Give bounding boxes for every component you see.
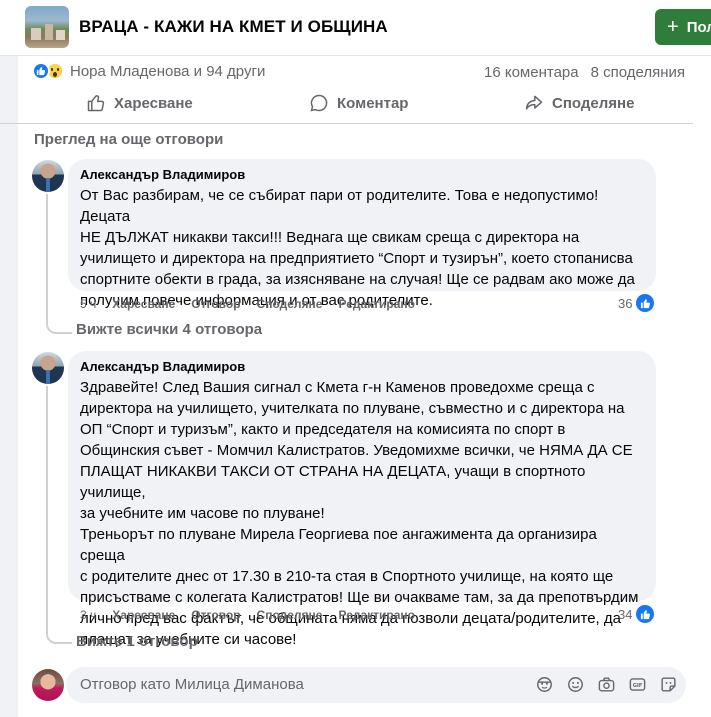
group-title[interactable]: ВРАЦА - КАЖИ НА КМЕТ И ОБЩИНА — [79, 17, 388, 37]
like-button[interactable]: Харесване — [86, 93, 193, 113]
shares-count[interactable]: 8 споделяния — [591, 64, 685, 81]
comment-author[interactable]: Александър Владимиров — [80, 167, 644, 182]
comment-reaction-count: 34 — [618, 606, 633, 622]
avatar[interactable] — [32, 160, 64, 192]
comment-share-button[interactable]: Споделяне — [257, 297, 323, 311]
like-icon — [636, 294, 655, 312]
camera-icon[interactable] — [597, 675, 616, 694]
comment-edited-label[interactable]: Редактирано — [338, 297, 415, 311]
reactions-summary[interactable]: Нора Младенова и 94 други — [32, 62, 265, 80]
avatar-sticker-icon[interactable] — [535, 675, 554, 694]
comment-icon — [310, 94, 328, 112]
like-icon — [32, 62, 50, 80]
reactions-text[interactable]: Нора Младенова и 94 други — [70, 63, 265, 80]
comment-label: Коментар — [337, 94, 409, 112]
comments-count[interactable]: 16 коментара — [484, 64, 579, 81]
reply-toolbar: GIF — [535, 675, 678, 694]
comment-text: От Вас разбирам, че се събират пари от р… — [80, 187, 635, 309]
comment-reply-button[interactable]: Отговор — [191, 297, 240, 311]
comment-bubble: Александър Владимиров От Вас разбирам, ч… — [68, 159, 656, 309]
share-label: Споделяне — [552, 94, 635, 112]
comment-like-button[interactable]: Харесване — [112, 297, 175, 311]
view-replies-link[interactable]: Вижте всички 4 отговора — [76, 321, 262, 338]
comment-reactions[interactable]: 36 — [618, 294, 655, 312]
like-icon — [636, 605, 655, 623]
join-group-label: Пол — [686, 18, 711, 36]
comment-like-button[interactable]: Харесване — [112, 608, 175, 622]
comment-share-button[interactable]: Споделяне — [257, 608, 323, 622]
avatar[interactable] — [32, 352, 64, 384]
view-replies-link[interactable]: Вижте 1 отговор — [76, 633, 198, 650]
comment-reply-button[interactable]: Отговор — [191, 608, 240, 622]
comment-bubble: Александър Владимиров Здравейте! След Ва… — [68, 351, 656, 648]
comment-button[interactable]: Коментар — [309, 93, 408, 113]
post-stats: 16 коментара 8 споделяния — [484, 64, 685, 81]
comment-time[interactable]: 5 ч — [80, 297, 96, 311]
svg-text:GIF: GIF — [633, 683, 643, 689]
like-label: Харесване — [114, 94, 193, 112]
comment-meta: 3 ч Харесване Отговор Споделяне Редактир… — [80, 608, 415, 622]
share-button[interactable]: Споделяне — [524, 93, 634, 113]
view-more-replies-link[interactable]: Преглед на още отговори — [34, 131, 223, 148]
like-icon — [87, 95, 105, 112]
share-icon — [525, 95, 543, 110]
emoji-icon[interactable] — [566, 675, 585, 694]
current-user-avatar[interactable] — [32, 669, 64, 701]
join-group-button[interactable]: + Пол — [655, 9, 711, 45]
comment-author[interactable]: Александър Владимиров — [80, 359, 644, 374]
comment-reactions[interactable]: 34 — [618, 605, 655, 623]
reply-input[interactable]: Отговор като Милица Диманова GIF — [66, 667, 686, 703]
comment-time[interactable]: 3 ч — [80, 608, 96, 622]
comment-meta: 5 ч Харесване Отговор Споделяне Редактир… — [80, 297, 415, 311]
comment-edited-label[interactable]: Редактирано — [338, 608, 415, 622]
plus-icon: + — [667, 16, 679, 38]
gif-icon[interactable]: GIF — [628, 675, 647, 694]
group-cover-image[interactable] — [25, 6, 69, 48]
group-header: ВРАЦА - КАЖИ НА КМЕТ И ОБЩИНА + Пол — [0, 0, 711, 56]
reply-placeholder: Отговор като Милица Диманова — [80, 676, 304, 693]
sticker-icon[interactable] — [659, 675, 678, 694]
comment-reaction-count: 36 — [618, 295, 633, 311]
